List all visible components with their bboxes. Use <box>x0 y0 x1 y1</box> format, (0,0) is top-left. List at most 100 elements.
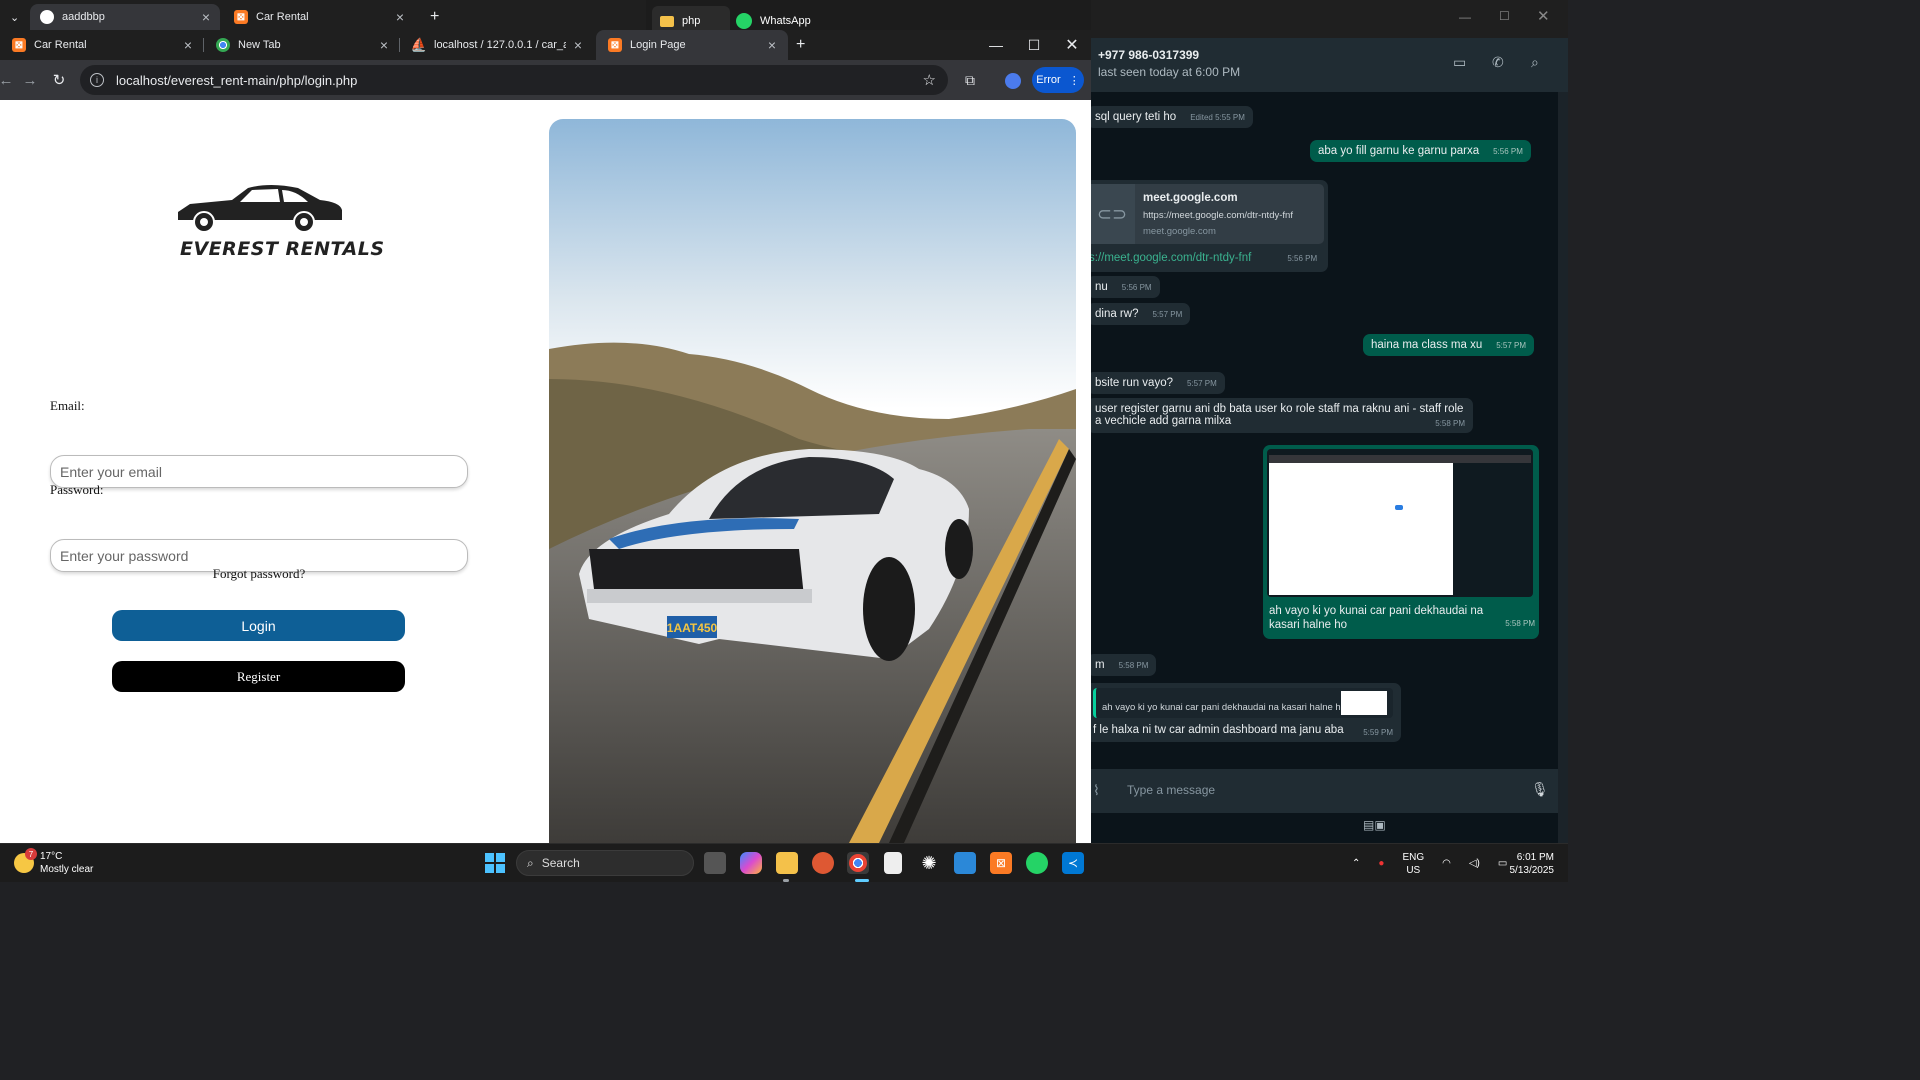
message-in[interactable]: sql query teti ho Edited 5:55 PM <box>1091 106 1253 128</box>
close-icon[interactable]: × <box>396 9 404 25</box>
close-icon[interactable]: × <box>184 37 192 53</box>
quote-thumbnail <box>1341 691 1387 715</box>
windows-taskbar: 7 17°C Mostly clear ⌕ Search ✺ ⊠ ≺ ⌃ ● E… <box>0 843 1568 882</box>
task-view-icon[interactable] <box>704 852 726 874</box>
chat-header[interactable]: +977 986-0317399 last seen today at 6:00… <box>1091 38 1568 92</box>
login-button[interactable]: Login <box>112 610 405 641</box>
screenshot-thumbnail[interactable] <box>1267 449 1533 597</box>
error-button[interactable]: Error ⋮ <box>1032 67 1084 93</box>
message-in[interactable]: nu 5:56 PM <box>1091 276 1160 298</box>
search-icon[interactable]: ⌕ <box>1531 54 1539 71</box>
maximize-icon[interactable]: ☐ <box>1499 9 1510 23</box>
layout-icon[interactable]: ▤▣ <box>1363 818 1386 832</box>
thumbnail-button <box>1395 505 1403 510</box>
tab-new-tab[interactable]: New Tab × <box>204 30 400 60</box>
link-preview[interactable]: ⊂⊃ meet.google.com https://meet.google.c… <box>1091 184 1324 244</box>
contact-name: +977 986-0317399 <box>1098 48 1200 62</box>
reload-icon[interactable]: ↻ <box>47 68 71 92</box>
more-vert-icon: ⋮ <box>1068 74 1080 87</box>
wifi-icon[interactable]: ◠ <box>1442 858 1451 869</box>
chrome-icon <box>849 854 867 872</box>
license-plate: 1AAT450 <box>667 621 718 635</box>
chrome-toolbar: ← → ↻ i localhost/everest_rent-main/php/… <box>0 60 1091 100</box>
weather-badge: 7 <box>25 848 37 860</box>
chrome-icon <box>216 38 230 52</box>
whatsapp-taskbar-icon[interactable] <box>1026 852 1048 874</box>
tab-car-rental[interactable]: ⊠ Car Rental × <box>0 30 204 60</box>
chrome-taskbar-icon[interactable] <box>847 852 869 874</box>
minimize-icon[interactable]: — <box>977 30 1015 60</box>
language-indicator[interactable]: ENG US <box>1402 851 1424 877</box>
message-in-reply[interactable]: ah vayo ki yo kunai car pani dekhaudai n… <box>1091 683 1401 742</box>
profile-avatar[interactable] <box>1005 73 1021 89</box>
file-explorer-icon[interactable] <box>776 852 798 874</box>
chevron-up-icon[interactable]: ⌃ <box>1352 858 1360 869</box>
email-label: Email: <box>50 398 85 413</box>
xampp-icon: ⊠ <box>234 10 248 24</box>
system-tray: ⌃ ● ENG US ◠ ◁) ▭ <box>1352 844 1507 883</box>
notepad-icon[interactable] <box>884 852 902 874</box>
extensions-icon[interactable]: ⧉ <box>958 68 982 92</box>
background-tab[interactable]: aaddbbp × <box>30 4 220 30</box>
message-in-link[interactable]: ⊂⊃ meet.google.com https://meet.google.c… <box>1091 180 1328 272</box>
quoted-message[interactable]: ah vayo ki yo kunai car pani dekhaudai n… <box>1093 688 1393 718</box>
clock[interactable]: 6:01 PM 5/13/2025 <box>1498 851 1555 877</box>
xampp-taskbar-icon[interactable]: ⊠ <box>990 852 1012 874</box>
active-indicator <box>855 879 869 882</box>
background-tab[interactable]: ⊠ Car Rental × <box>224 4 414 30</box>
tab-search-button[interactable]: ⌄ <box>0 4 24 30</box>
new-tab-button[interactable]: + <box>792 30 816 60</box>
defender-icon[interactable]: ● <box>1378 858 1384 869</box>
message-out[interactable]: haina ma class ma xu 5:57 PM <box>1363 334 1535 356</box>
register-button[interactable]: Register <box>112 661 405 692</box>
chat-scrollbar[interactable] <box>1558 92 1568 843</box>
maximize-icon[interactable]: ☐ <box>1015 30 1053 60</box>
vscode-icon[interactable]: ≺ <box>1062 852 1084 874</box>
start-windows-icon[interactable] <box>484 852 506 874</box>
forward-icon[interactable]: → <box>18 68 42 92</box>
message-in[interactable]: bsite run vayo? 5:57 PM <box>1091 372 1225 394</box>
back-icon[interactable]: ← <box>0 68 18 92</box>
message-in[interactable]: m 5:58 PM <box>1091 654 1157 676</box>
message-input[interactable]: Type a message <box>1127 783 1215 797</box>
message-in[interactable]: user register garnu ani db bata user ko … <box>1091 398 1473 433</box>
new-tab-button[interactable]: + <box>420 4 446 30</box>
weather-widget[interactable]: 7 17°C Mostly clear <box>14 848 93 876</box>
site-info-icon[interactable]: i <box>90 73 104 87</box>
address-bar[interactable]: i localhost/everest_rent-main/php/login.… <box>80 65 948 95</box>
running-indicator <box>783 879 789 882</box>
minimize-icon[interactable]: — <box>1459 10 1471 24</box>
brand-text: EVEREST RENTALS <box>180 238 385 260</box>
forgot-password-link[interactable]: Forgot password? <box>0 566 518 582</box>
copilot-icon[interactable] <box>740 852 762 874</box>
email-field[interactable] <box>50 455 468 488</box>
tab-phpmyadmin[interactable]: ⛵ localhost / 127.0.0.1 / car_a | ph × <box>400 30 594 60</box>
message-composer: ⌇ Type a message 🎙 <box>1091 769 1568 813</box>
taskbar-search[interactable]: ⌕ Search <box>516 850 694 876</box>
attach-icon[interactable]: ⌇ <box>1093 782 1100 799</box>
whatsapp-window: +977 986-0317399 last seen today at 6:00… <box>1091 38 1568 843</box>
tab-login-page[interactable]: ⊠ Login Page × <box>596 30 788 60</box>
phpmyadmin-icon: ⛵ <box>410 37 428 52</box>
close-icon[interactable]: ✕ <box>1537 7 1550 25</box>
phone-icon[interactable]: ✆ <box>1492 54 1504 71</box>
volume-icon[interactable]: ◁) <box>1469 858 1480 869</box>
message-in[interactable]: dina rw? 5:57 PM <box>1091 303 1191 325</box>
car-hero-image: 1AAT450 <box>549 119 1076 843</box>
video-call-icon[interactable]: ▭ <box>1453 54 1466 71</box>
microphone-icon[interactable]: 🎙 <box>1531 781 1549 798</box>
bookmark-star-icon[interactable]: ☆ <box>923 71 936 89</box>
message-out-image[interactable]: ah vayo ki yo kunai car pani dekhaudai n… <box>1263 445 1539 639</box>
close-icon[interactable]: × <box>768 37 776 53</box>
message-out[interactable]: aba yo fill garnu ke garnu parxa 5:56 PM <box>1310 140 1531 162</box>
close-icon[interactable]: × <box>380 37 388 53</box>
close-icon[interactable]: × <box>574 37 582 53</box>
folder-icon <box>660 15 674 27</box>
close-icon[interactable]: ✕ <box>1053 30 1091 60</box>
store-icon[interactable] <box>954 852 976 874</box>
chatgpt-icon[interactable]: ✺ <box>918 852 940 874</box>
duckduckgo-icon[interactable] <box>812 852 834 874</box>
whatsapp-titlebar: — ☐ ✕ <box>1091 0 1568 38</box>
background-chrome-tabstrip: ⌄ aaddbbp × ⊠ Car Rental × + <box>0 0 646 30</box>
close-icon[interactable]: × <box>202 9 210 25</box>
